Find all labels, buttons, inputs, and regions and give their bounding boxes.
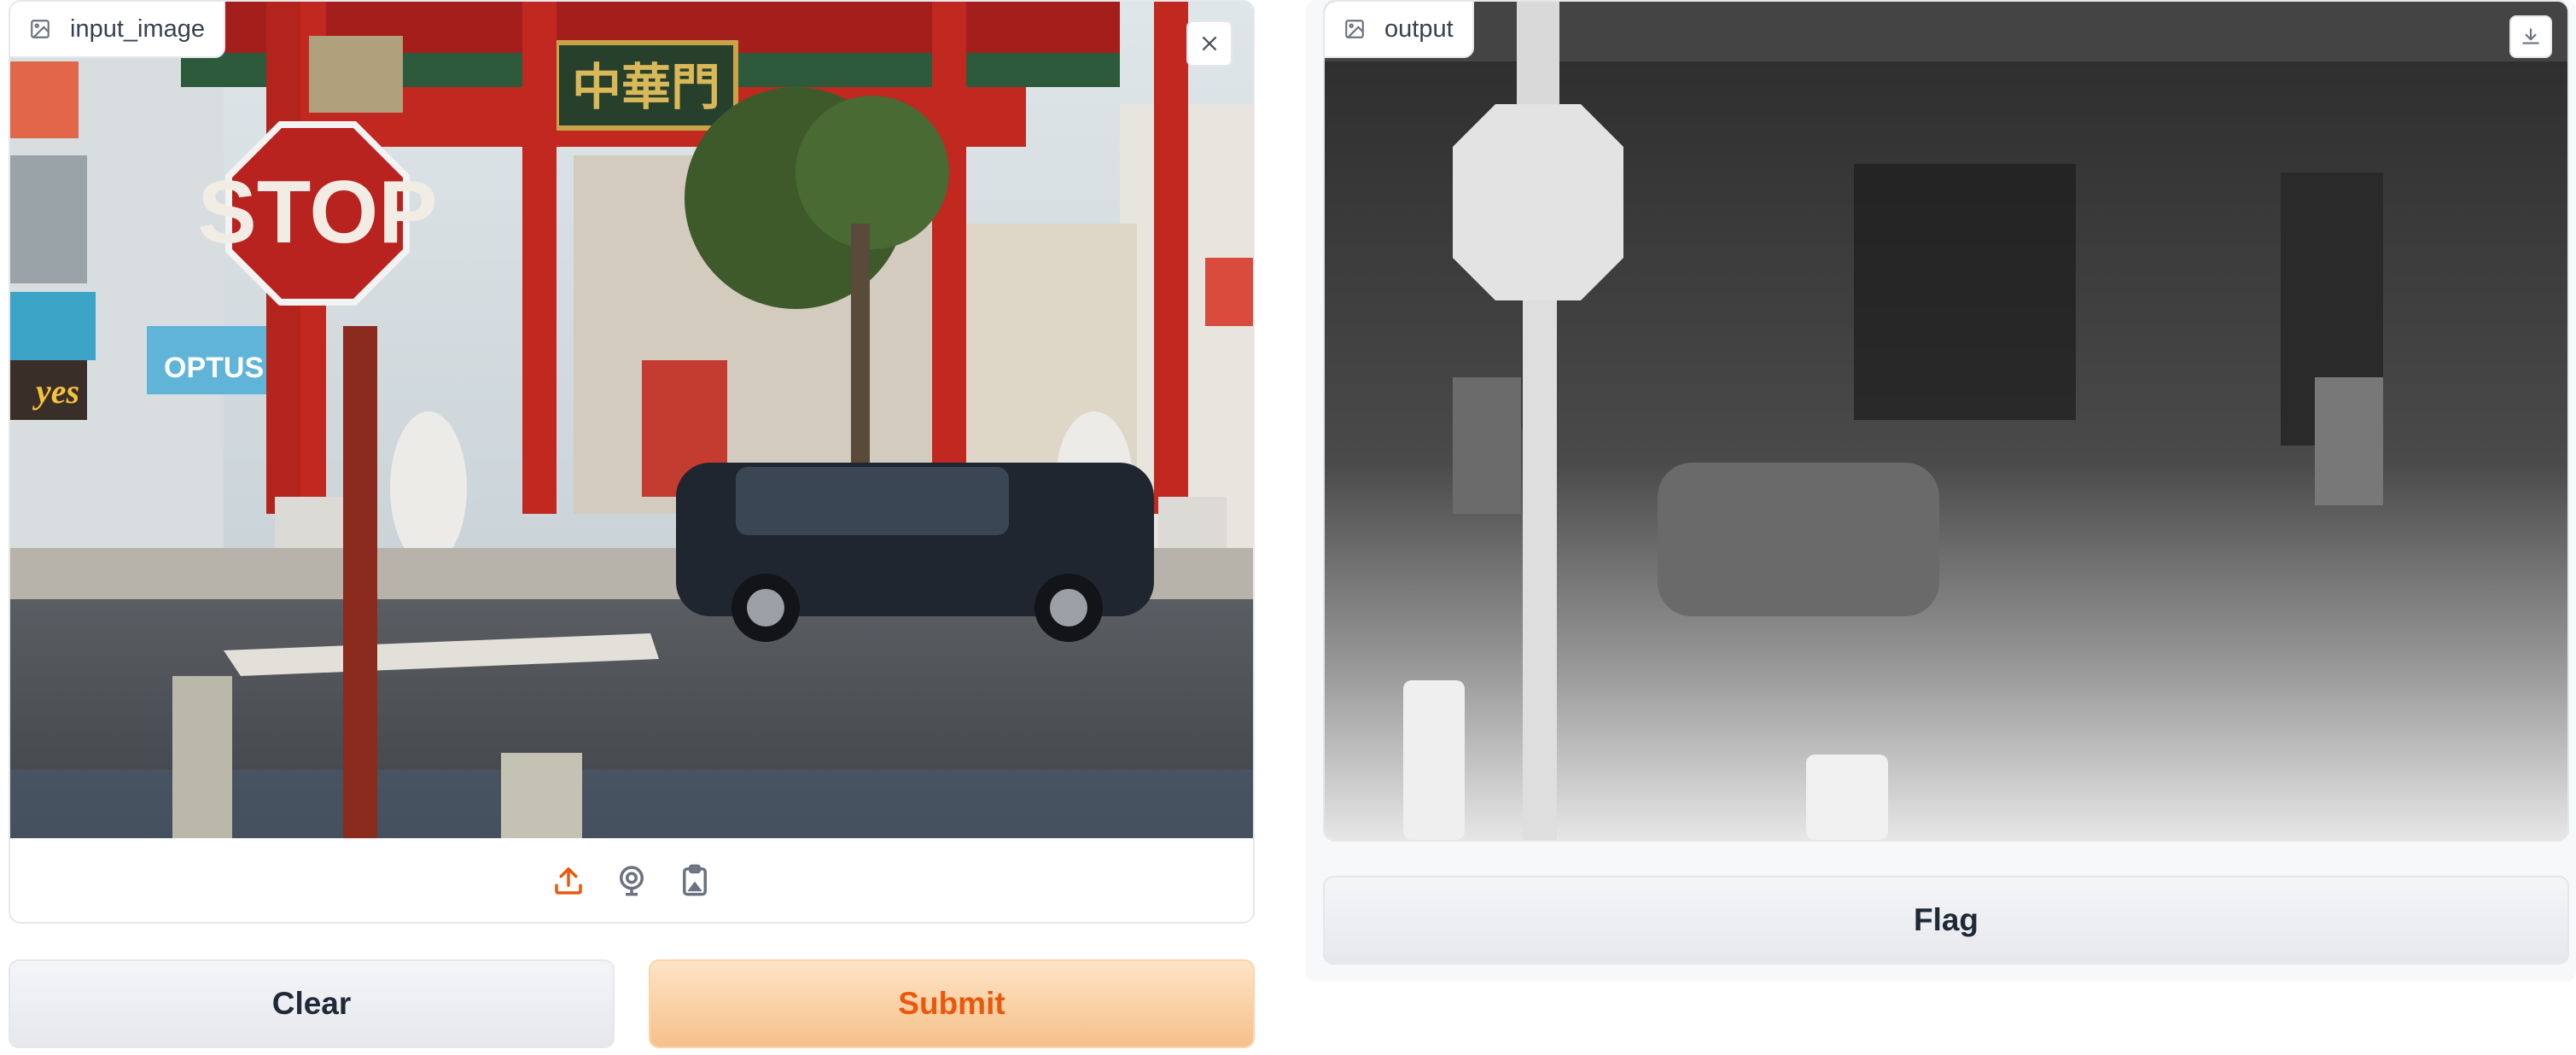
input-source-toolbar — [10, 838, 1253, 922]
download-icon — [2522, 28, 2539, 44]
image-icon — [1345, 20, 1364, 38]
submit-button[interactable]: Submit — [649, 959, 1255, 1048]
output-label: output — [1325, 2, 1474, 58]
gate-sign-text: 中華門 — [572, 58, 720, 116]
stop-sign-text: STOP — [197, 163, 437, 262]
webcam-icon — [620, 866, 644, 896]
flag-button[interactable]: Flag — [1323, 876, 2569, 965]
output-label-text: output — [1384, 15, 1454, 43]
input-image-label: input_image — [10, 2, 225, 58]
output-depth-image — [1325, 2, 2567, 840]
image-icon — [31, 20, 50, 38]
clipboard-icon — [683, 864, 707, 896]
clear-button[interactable]: Clear — [9, 959, 615, 1048]
upload-button[interactable] — [550, 862, 587, 900]
clear-image-button[interactable] — [1186, 20, 1233, 67]
yes-text: yes — [32, 372, 79, 411]
input-image-component[interactable]: STOP 中華門 OPTUS yes input_image — [9, 0, 1255, 924]
webcam-button[interactable] — [613, 862, 650, 900]
input-image: STOP 中華門 OPTUS yes — [10, 2, 1253, 838]
close-icon — [1202, 36, 1217, 51]
optus-text: OPTUS — [164, 352, 264, 384]
download-button[interactable] — [2509, 15, 2552, 58]
paste-clipboard-button[interactable] — [676, 862, 714, 900]
upload-icon — [555, 867, 582, 895]
input-image-label-text: input_image — [70, 15, 205, 43]
output-image-component: output — [1323, 0, 2569, 842]
